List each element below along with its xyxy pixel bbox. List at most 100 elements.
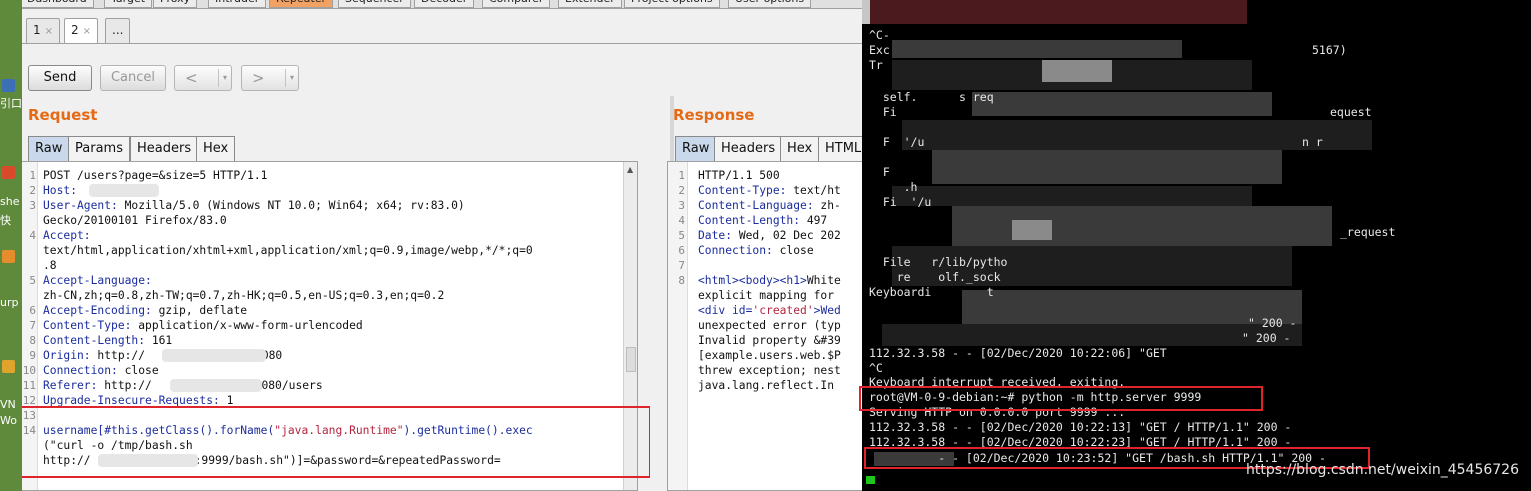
tab-user-options[interactable]: User options <box>728 0 812 8</box>
header-value: 161 <box>145 334 173 347</box>
tab-proxy[interactable]: Proxy <box>153 0 198 8</box>
header-value: close <box>117 364 159 377</box>
tab-decoder[interactable]: Decoder <box>414 0 475 8</box>
attr-value: 'created' <box>752 304 814 317</box>
body-line: java.lang.reflect.In <box>698 379 835 392</box>
header-key: Content-Length: <box>43 334 146 347</box>
header-line: Content-Length: 497 <box>698 213 827 228</box>
header-key: Accept-Encoding: <box>43 304 152 317</box>
html-tag: >Wed <box>813 304 841 317</box>
header-value: zh-CN,zh;q=0.8,zh-TW;q=0.7,zh-HK;q=0.5,e… <box>43 289 445 302</box>
response-editor[interactable]: 1 2 3 4 5 6 7 8 HTTP/1.1 500 Content-Typ… <box>667 161 862 491</box>
request-tab-raw[interactable]: Raw <box>28 136 70 161</box>
terminal-fragment: equest <box>1330 105 1372 119</box>
header-key: Origin: <box>43 349 91 362</box>
tab-dashboard[interactable]: Dashboard <box>22 0 94 8</box>
tab-intruder[interactable]: Intruder <box>208 0 267 8</box>
header-value: Gecko/20100101 Firefox/83.0 <box>43 214 227 227</box>
header-key: Date: <box>698 229 733 242</box>
header-value: Mozilla/5.0 (Windows NT 10.0; Win64; x64… <box>117 199 465 212</box>
redaction-scribble <box>1012 220 1052 240</box>
line-number: 11 <box>22 379 36 392</box>
terminal-cursor <box>866 476 875 484</box>
repeater-tab-1[interactable]: 1 × <box>26 18 61 43</box>
tab-target[interactable]: Target <box>104 0 153 8</box>
line-number: 1 <box>678 169 685 182</box>
terminal-line: Exc <box>869 43 890 57</box>
header-key: Connection: <box>43 364 118 377</box>
redaction-scribble <box>862 0 1247 24</box>
header-value: text/html,application/xhtml+xml,applicat… <box>43 244 533 257</box>
tab-project-options[interactable]: Project options <box>624 0 720 8</box>
repeater-tab-new[interactable]: ... <box>105 18 131 43</box>
line-number: 10 <box>22 364 36 377</box>
chevron-down-icon[interactable]: ▾ <box>285 69 298 87</box>
desktop-shortcut-icon[interactable] <box>2 250 15 263</box>
back-button[interactable]: < ▾ <box>174 65 232 91</box>
terminal-fragment: " 200 - <box>1248 316 1297 330</box>
request-tab-params[interactable]: Params <box>68 136 130 161</box>
line-number: 8 <box>678 274 685 287</box>
chevron-down-icon[interactable]: ▾ <box>218 69 231 87</box>
scrollbar-thumb[interactable] <box>626 347 636 372</box>
repeater-tab-2[interactable]: 2 × <box>64 18 99 44</box>
command-highlight-box <box>859 386 1263 411</box>
cancel-button[interactable]: Cancel <box>100 65 166 91</box>
tab-repeater[interactable]: Repeater <box>269 0 334 8</box>
redaction-scribble <box>882 324 1302 346</box>
redaction-scribble <box>972 92 1272 116</box>
chevron-up-icon[interactable]: ▲ <box>627 165 633 174</box>
tab-sequencer[interactable]: Sequencer <box>338 0 411 8</box>
tab-comparer[interactable]: Comparer <box>482 0 551 8</box>
line-number: 9 <box>29 349 36 362</box>
forward-button[interactable]: > ▾ <box>241 65 299 91</box>
send-button[interactable]: Send <box>28 65 92 91</box>
request-tab-headers[interactable]: Headers <box>130 136 199 161</box>
response-tab-html[interactable]: HTML <box>818 136 862 161</box>
header-line: Date: Wed, 02 Dec 202 <box>698 228 841 243</box>
desktop-shortcut-icon[interactable] <box>2 166 15 179</box>
terminal-fragment: " 200 - <box>1242 331 1291 345</box>
request-title: Request <box>28 106 98 124</box>
line-number: 4 <box>678 214 685 227</box>
header-key: Accept: <box>43 229 91 242</box>
body-line: Invalid property &#39 <box>698 334 841 347</box>
header-line: Accept-Encoding: gzip, deflate <box>43 303 247 318</box>
header-value: application/x-www-form-urlencoded <box>131 319 363 332</box>
response-tab-headers[interactable]: Headers <box>714 136 783 161</box>
terminal-line: self. s req <box>869 90 994 104</box>
header-line: Connection: close <box>43 363 159 378</box>
response-tab-raw[interactable]: Raw <box>675 136 717 161</box>
desktop-shortcut-icon[interactable] <box>2 360 15 373</box>
body-line: [example.users.web.$P <box>698 349 841 362</box>
line-number: 5 <box>29 274 36 287</box>
main-tab-bar: Dashboard Target Proxy Intruder Repeater… <box>22 0 862 9</box>
header-value: close <box>772 244 814 257</box>
header-line: Connection: close <box>698 243 814 258</box>
request-tab-hex[interactable]: Hex <box>196 136 236 161</box>
close-icon[interactable]: × <box>83 26 91 37</box>
line-number: 2 <box>29 184 36 197</box>
terminal-line: Keyboardi t <box>869 285 994 299</box>
terminal-window[interactable]: ^C- Exc Tr self. s req Fi F '/u F .h Fi … <box>862 0 1531 491</box>
terminal-line: File r/lib/pytho <box>869 255 1008 269</box>
tab-extender[interactable]: Extender <box>558 0 622 8</box>
header-key: User-Agent: <box>43 199 118 212</box>
header-key: Content-Length: <box>698 214 801 227</box>
terminal-line: Fi <box>869 105 897 119</box>
header-key: Content-Language: <box>698 199 814 212</box>
header-value: zh- <box>813 199 841 212</box>
line-number: 5 <box>678 229 685 242</box>
terminal-line: 112.32.3.58 - - [02/Dec/2020 10:22:13] "… <box>869 420 1292 434</box>
close-icon[interactable]: × <box>45 26 53 37</box>
desktop-label: urp <box>0 296 19 309</box>
terminal-fragment: 5167) <box>1312 43 1347 57</box>
body-line: explicit mapping for <box>698 289 835 302</box>
line-number: 6 <box>29 304 36 317</box>
repeater-tab-label: 2 <box>71 23 79 37</box>
header-line: User-Agent: Mozilla/5.0 (Windows NT 10.0… <box>43 198 465 213</box>
desktop-shortcut-icon[interactable] <box>2 79 15 92</box>
terminal-line: ^C- <box>869 28 890 42</box>
line-number: 2 <box>678 184 685 197</box>
response-tab-hex[interactable]: Hex <box>780 136 820 161</box>
